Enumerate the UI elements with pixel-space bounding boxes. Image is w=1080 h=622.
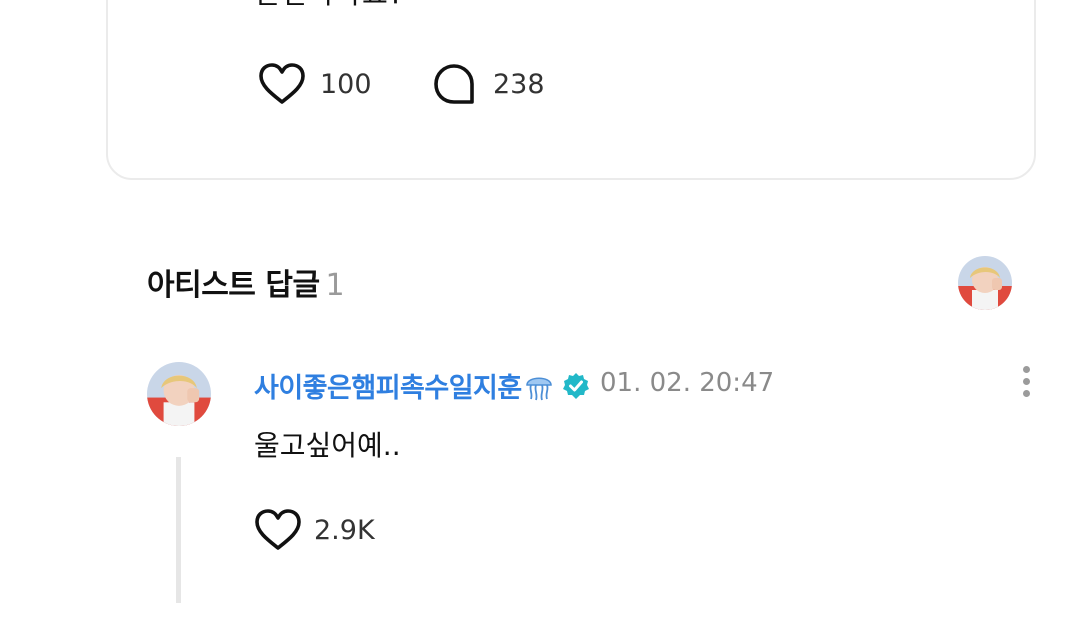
post-like-count: 100 — [320, 68, 372, 100]
heart-icon — [259, 63, 305, 104]
reply-like-button[interactable]: 2.9K — [254, 508, 375, 552]
post-text: 손안아파요? — [255, 0, 405, 12]
reply-author[interactable]: 사이좋은햄피촉수일지훈 — [254, 366, 590, 405]
heart-icon — [255, 509, 301, 550]
artist-replies-count: 1 — [325, 268, 345, 303]
comment-bubble-icon — [434, 64, 474, 104]
post-comment-count: 238 — [493, 68, 545, 100]
thread-line — [176, 457, 181, 603]
reply-author-avatar[interactable] — [147, 362, 211, 426]
post-comment-button[interactable]: 238 — [432, 62, 545, 106]
artist-avatar-small[interactable] — [958, 256, 1012, 310]
post-card: 손안아파요? 100 238 — [106, 0, 1036, 180]
reply-author-name: 사이좋은햄피촉수일지훈 — [254, 373, 522, 404]
jellyfish-icon — [525, 377, 552, 400]
reply-like-count: 2.9K — [314, 514, 375, 546]
artist-replies-label: 아티스트 답글 — [147, 268, 320, 303]
artist-replies-title: 아티스트 답글 1 — [147, 260, 345, 304]
artist-comment-page: 손안아파요? 100 238 아티스트 답글1 — [0, 0, 1080, 622]
post-like-button[interactable]: 100 — [258, 62, 372, 106]
reply-text: 울고싶어예.. — [254, 429, 401, 462]
more-options-icon[interactable] — [1014, 366, 1038, 402]
verified-badge-icon — [562, 372, 589, 399]
reply-timestamp: 01. 02. 20:47 — [600, 368, 775, 398]
